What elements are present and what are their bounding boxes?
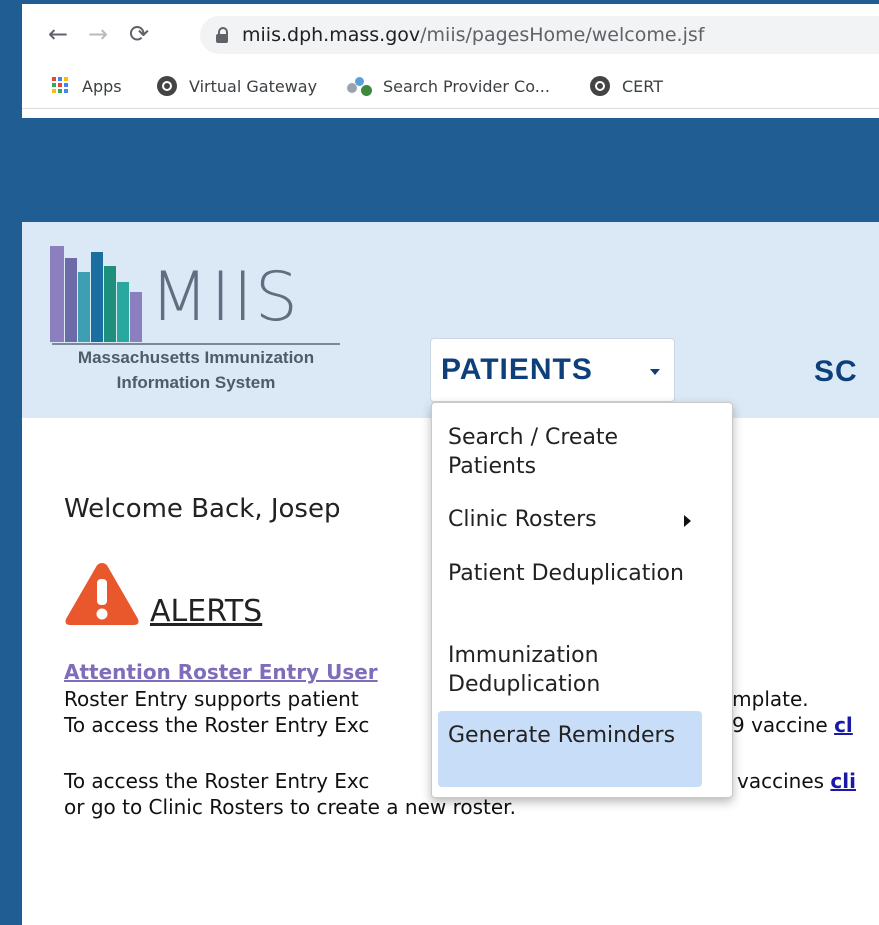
next-menu-button[interactable]: SC xyxy=(814,355,858,389)
bookmark-label: Apps xyxy=(82,76,122,96)
logo-bar xyxy=(65,258,77,342)
menu-item-search-create-patients[interactable]: Search / Create Patients xyxy=(438,423,712,481)
address-bar[interactable]: miis.dph.mass.gov/miis/pagesHome/welcome… xyxy=(200,16,879,54)
bookmark-virtual-gateway[interactable]: Virtual Gateway xyxy=(157,74,317,98)
alert-body-line2: To access the Roster Entry Exc xyxy=(64,713,370,737)
reload-icon[interactable]: ⟳ xyxy=(121,16,157,52)
apps-grid-icon xyxy=(52,77,70,95)
lock-icon[interactable] xyxy=(216,27,228,43)
patients-menu-button[interactable]: PATIENTS xyxy=(430,338,675,402)
bookmark-cert[interactable]: CERT xyxy=(590,74,663,98)
caret-down-icon xyxy=(650,369,660,375)
alert-body-line3-tail: vaccines cli xyxy=(737,769,856,793)
people-icon xyxy=(347,75,373,97)
menu-item-generate-reminders[interactable]: Generate Reminders xyxy=(438,711,702,787)
site-header: MIIS Massachusetts Immunization Informat… xyxy=(22,222,879,418)
logo-bar xyxy=(130,292,142,342)
welcome-message: Welcome Back, Josep xyxy=(64,494,341,524)
logo-title: MIIS xyxy=(150,258,300,337)
back-arrow-icon[interactable]: ← xyxy=(40,16,76,52)
logo-bar xyxy=(91,252,103,342)
alert-body-line2-tail: 9 vaccine cl xyxy=(732,713,853,737)
logo-bar xyxy=(50,246,64,342)
logo-divider xyxy=(52,343,340,345)
submenu-arrow-icon xyxy=(684,515,691,527)
logo-subtitle-line1: Massachusetts Immunization xyxy=(77,348,315,367)
click-here-link[interactable]: cli xyxy=(830,769,856,793)
logo-bar xyxy=(78,272,90,342)
alerts-heading: ALERTS xyxy=(150,594,263,629)
click-here-link[interactable]: cl xyxy=(834,713,853,737)
menu-item-patient-deduplication[interactable]: Patient Deduplication xyxy=(438,559,712,588)
globe-icon xyxy=(157,76,177,96)
forward-arrow-icon[interactable]: → xyxy=(80,16,116,52)
miis-logo[interactable]: MIIS Massachusetts Immunization Informat… xyxy=(50,242,350,412)
globe-icon xyxy=(590,76,610,96)
alert-line2-text: 9 vaccine xyxy=(732,713,835,737)
menu-item-clinic-rosters[interactable]: Clinic Rosters xyxy=(438,505,712,534)
patients-menu-label: PATIENTS xyxy=(441,353,593,386)
bookmark-label: Search Provider Co... xyxy=(383,76,550,96)
logo-subtitle-line2: Information System xyxy=(116,373,276,392)
attention-roster-link[interactable]: Attention Roster Entry User xyxy=(64,660,378,684)
alert-line3-text: vaccines xyxy=(737,769,831,793)
menu-item-label: Clinic Rosters xyxy=(448,507,597,532)
url-domain: miis.dph.mass.gov xyxy=(242,24,421,46)
alert-body-line4: or go to Clinic Rosters to create a new … xyxy=(64,795,516,819)
menu-item-immunization-deduplication[interactable]: Immunization Deduplication xyxy=(438,641,712,699)
bookmark-label: Virtual Gateway xyxy=(189,76,318,96)
url-path: /miis/pagesHome/welcome.jsf xyxy=(420,24,705,46)
logo-bar xyxy=(117,282,129,342)
warning-triangle-icon xyxy=(65,563,139,625)
logo-bar xyxy=(104,266,116,342)
url-text[interactable]: miis.dph.mass.gov/miis/pagesHome/welcome… xyxy=(242,24,704,46)
window-frame-left xyxy=(0,0,22,925)
bookmark-search-provider[interactable]: Search Provider Co... xyxy=(347,74,550,98)
bookmark-label: CERT xyxy=(622,76,664,96)
address-toolbar: ← → ⟳ miis.dph.mass.gov/miis/pagesHome/w… xyxy=(22,4,879,64)
alert-body-line1: Roster Entry supports patient xyxy=(64,687,359,711)
browser-window: ← → ⟳ miis.dph.mass.gov/miis/pagesHome/w… xyxy=(22,4,879,925)
top-banner xyxy=(22,118,879,222)
bookmark-apps[interactable]: Apps xyxy=(52,74,122,98)
patients-dropdown-menu: Search / Create Patients Clinic Rosters … xyxy=(431,402,733,798)
alert-body-line3: To access the Roster Entry Exc xyxy=(64,769,370,793)
bookmarks-bar: Apps Virtual Gateway Search Provider Co.… xyxy=(22,64,879,109)
